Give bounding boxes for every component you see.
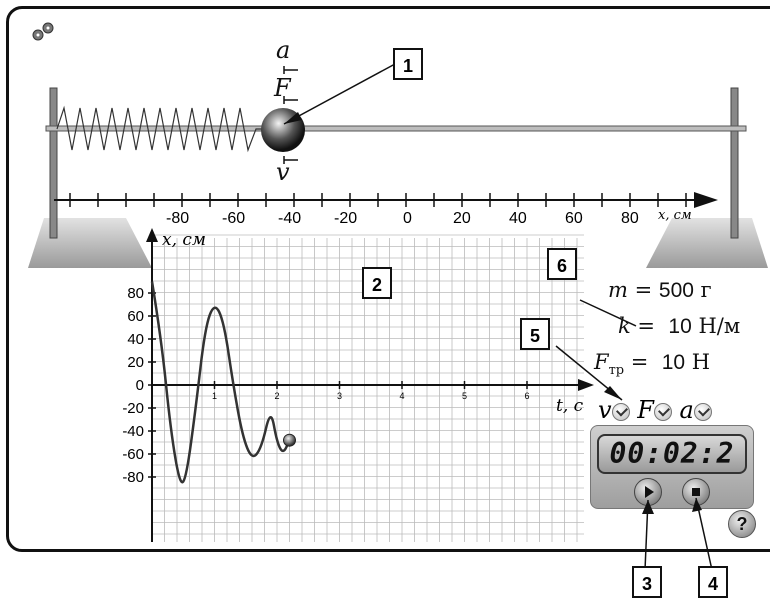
callout-5: 5 (520, 318, 550, 350)
callout-1: 1 (393, 48, 423, 80)
callout-6: 6 (547, 248, 577, 280)
callout-4: 4 (698, 566, 728, 598)
callout-2: 2 (362, 267, 392, 299)
callout-3: 3 (632, 566, 662, 598)
